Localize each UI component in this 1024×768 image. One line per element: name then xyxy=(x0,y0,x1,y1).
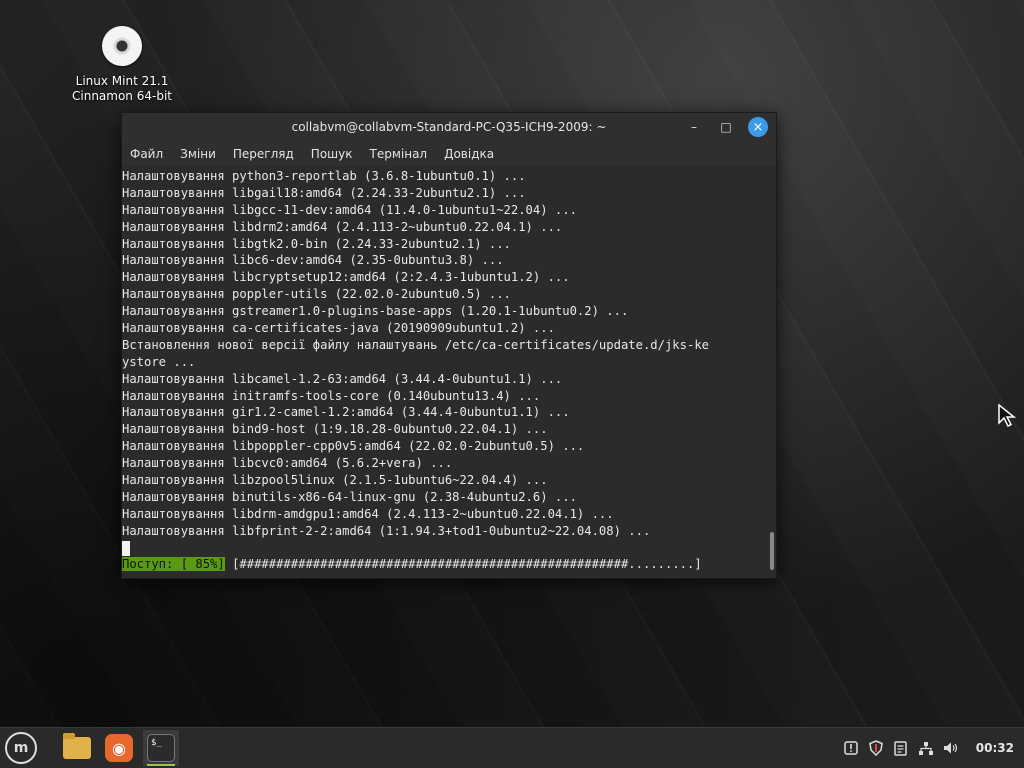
terminal-line: Налаштовування gir1.2-camel-1.2:amd64 (3… xyxy=(122,405,570,420)
menu-search[interactable]: Пошук xyxy=(311,147,353,161)
window-title: collabvm@collabvm-Standard-PC-Q35-ICH9-2… xyxy=(291,120,607,134)
terminal-line: Налаштовування poppler-utils (22.02.0-2u… xyxy=(122,287,511,302)
terminal-line: Налаштовування libc6-dev:amd64 (2.35-0ub… xyxy=(122,253,504,268)
menu-edit[interactable]: Зміни xyxy=(180,147,216,161)
terminal-window[interactable]: collabvm@collabvm-Standard-PC-Q35-ICH9-2… xyxy=(121,112,777,579)
terminal-line: Налаштовування ca-certificates-java (201… xyxy=(122,321,555,336)
terminal-line: Налаштовування libzpool5linux (2.1.5-1ub… xyxy=(122,473,548,488)
terminal-line: Налаштовування libdrm2:amd64 (2.4.113-2~… xyxy=(122,219,563,234)
menu-help[interactable]: Довідка xyxy=(444,147,494,161)
terminal-line: Налаштовування libfprint-2-2:amd64 (1:1.… xyxy=(122,523,651,538)
terminal-line: Налаштовування libgail18:amd64 (2.24.33-… xyxy=(122,185,526,200)
update-manager-icon[interactable] xyxy=(843,740,859,756)
files-icon xyxy=(63,733,91,759)
cursor-line xyxy=(122,540,768,557)
terminal-line: Налаштовування libgtk2.0-bin (2.24.33-2u… xyxy=(122,236,511,251)
desktop-icon-label-line1: Linux Mint 21.1 xyxy=(75,74,169,88)
maximize-button[interactable]: □ xyxy=(716,117,736,137)
progress-label: Поступ: [ 85%] xyxy=(122,557,225,572)
desktop-icon-linux-mint[interactable]: Linux Mint 21.1 Cinnamon 64-bit xyxy=(62,22,182,104)
terminal-line: Налаштовування bind9-host (1:9.18.28-0ub… xyxy=(122,422,548,437)
menu-file[interactable]: Файл xyxy=(130,147,163,161)
disc-icon xyxy=(102,26,142,66)
taskbar: m ◉ $_ 00:32 xyxy=(0,727,1024,768)
close-button[interactable]: × xyxy=(748,117,768,137)
window-titlebar[interactable]: collabvm@collabvm-Standard-PC-Q35-ICH9-2… xyxy=(122,113,776,141)
terminal-line: Налаштовування binutils-x86-64-linux-gnu… xyxy=(122,489,577,504)
shield-icon[interactable] xyxy=(868,740,884,756)
firefox-launcher[interactable]: ◉ xyxy=(101,730,137,766)
minimize-button[interactable]: – xyxy=(684,117,704,137)
system-tray: 00:32 xyxy=(843,728,1014,768)
menu-view[interactable]: Перегляд xyxy=(233,147,294,161)
terminal-line: Налаштовування libdrm-amdgpu1:amd64 (2.4… xyxy=(122,506,614,521)
volume-icon[interactable] xyxy=(943,740,959,756)
mouse-pointer-icon xyxy=(998,403,1017,427)
firefox-icon: ◉ xyxy=(105,734,133,762)
text-cursor xyxy=(122,540,130,556)
mint-menu-button[interactable]: m xyxy=(5,732,37,764)
files-launcher[interactable] xyxy=(59,730,95,766)
terminal-line: Налаштовування libcryptsetup12:amd64 (2:… xyxy=(122,270,570,285)
menu-terminal[interactable]: Термінал xyxy=(370,147,428,161)
terminal-line: Налаштовування libcamel-1.2-63:amd64 (3.… xyxy=(122,371,563,386)
terminal-icon: $_ xyxy=(147,734,175,762)
scrollbar-thumb[interactable] xyxy=(770,532,774,570)
terminal-output[interactable]: Налаштовування python3-reportlab (3.6.8-… xyxy=(122,166,768,578)
notes-icon[interactable] xyxy=(893,740,909,756)
terminal-line: Налаштовування python3-reportlab (3.6.8-… xyxy=(122,169,526,183)
progress-bar: [#######################################… xyxy=(224,557,702,572)
desktop-icon-label-line2: Cinnamon 64-bit xyxy=(72,89,172,103)
terminal-line: ystore ... xyxy=(122,354,196,369)
progress-line: Поступ: [ 85%] [########################… xyxy=(122,556,768,573)
network-icon[interactable] xyxy=(918,740,934,756)
terminal-line: Налаштовування libcvc0:amd64 (5.6.2+vera… xyxy=(122,456,453,471)
terminal-line: Налаштовування libgcc-11-dev:amd64 (11.4… xyxy=(122,202,577,217)
clock[interactable]: 00:32 xyxy=(976,741,1014,755)
terminal-line: Налаштовування initramfs-tools-core (0.1… xyxy=(122,388,541,403)
terminal-launcher[interactable]: $_ xyxy=(143,730,179,766)
window-controls: – □ × xyxy=(684,117,768,137)
terminal-line: Налаштовування libpoppler-cpp0v5:amd64 (… xyxy=(122,439,585,454)
terminal-line: Встановлення нової версії файлу налаштув… xyxy=(122,337,709,352)
terminal-line: Налаштовування gstreamer1.0-plugins-base… xyxy=(122,304,629,319)
menu-bar: Файл Зміни Перегляд Пошук Термінал Довід… xyxy=(122,141,776,166)
scrollbar[interactable] xyxy=(768,166,776,578)
